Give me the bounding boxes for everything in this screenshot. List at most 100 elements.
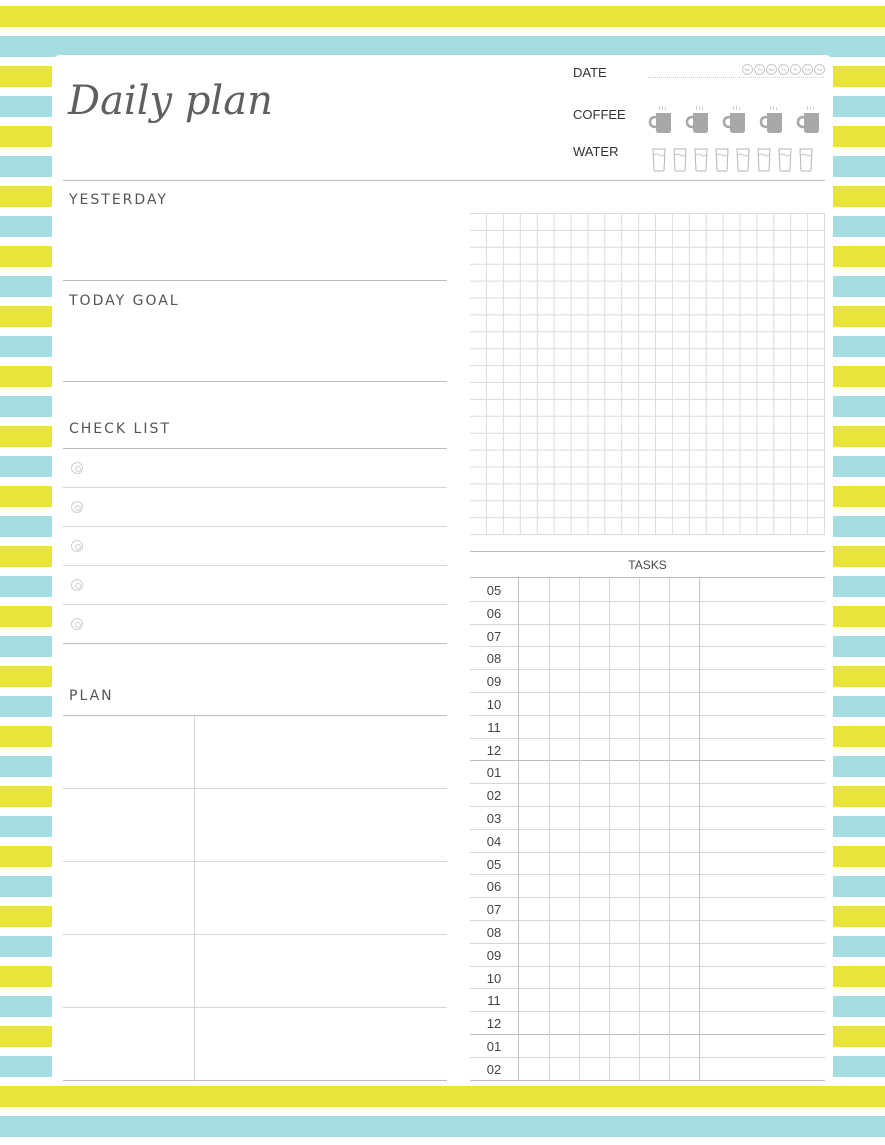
checklist-item[interactable] <box>63 488 447 526</box>
checklist-heading: CHECK LIST <box>69 421 171 437</box>
task-row[interactable] <box>519 874 825 897</box>
coffee-mug-icon[interactable] <box>796 104 821 139</box>
task-column-divider <box>669 578 670 1080</box>
checklist-item[interactable] <box>63 605 447 643</box>
plan-detail-cell[interactable] <box>195 935 447 1007</box>
weekday-we[interactable]: We <box>766 64 777 75</box>
water-label: WATER <box>573 144 619 159</box>
weekday-mo[interactable]: Mo <box>742 64 753 75</box>
water-glass-icon[interactable] <box>694 148 708 177</box>
water-glass-icon[interactable] <box>715 148 729 177</box>
hour-label: 08 <box>486 925 502 940</box>
task-row[interactable] <box>519 646 825 669</box>
hour-label: 05 <box>486 856 502 872</box>
checklist-item[interactable] <box>63 527 447 565</box>
coffee-mug-icon[interactable] <box>759 104 784 139</box>
weekday-su[interactable]: Su <box>814 64 825 75</box>
task-column-divider <box>579 578 580 1080</box>
hour-label: 09 <box>486 674 502 690</box>
plan-column-divider <box>194 716 195 1081</box>
coffee-tracker <box>648 104 821 139</box>
task-row[interactable] <box>519 578 825 601</box>
task-row[interactable] <box>519 624 825 647</box>
tasks-heading: TASKS <box>628 558 667 572</box>
checkbox-circle-icon[interactable] <box>71 501 83 513</box>
task-row[interactable] <box>519 943 825 966</box>
task-row[interactable] <box>519 966 825 989</box>
plan-time-cell[interactable] <box>63 1008 194 1080</box>
weekday-th[interactable]: Th <box>778 64 789 75</box>
task-row[interactable] <box>519 669 825 692</box>
hour-label: 06 <box>486 605 502 621</box>
hour-label: 06 <box>486 879 502 895</box>
yellow-stripe <box>0 6 885 27</box>
plan-time-cell[interactable] <box>63 935 194 1007</box>
date-label: DATE <box>573 65 607 80</box>
yellow-stripe <box>0 1086 885 1107</box>
weekday-sa[interactable]: Sa <box>802 64 813 75</box>
plan-detail-cell[interactable] <box>195 789 447 861</box>
plan-detail-cell[interactable] <box>195 716 447 788</box>
hour-label: 09 <box>486 947 502 963</box>
water-glass-icon[interactable] <box>757 148 771 177</box>
plan-time-cell[interactable] <box>63 789 194 861</box>
water-glass-icon[interactable] <box>673 148 687 177</box>
water-glass-icon[interactable] <box>652 148 666 177</box>
yesterday-heading: YESTERDAY <box>69 192 168 208</box>
task-row[interactable] <box>519 852 825 875</box>
task-column-divider <box>518 578 519 1080</box>
task-row-divider <box>470 1080 825 1081</box>
task-column-divider <box>639 578 640 1080</box>
plan-detail-cell[interactable] <box>195 862 447 934</box>
tasks-top-divider <box>470 551 825 552</box>
hour-label: 04 <box>486 833 502 849</box>
checklist-item[interactable] <box>63 566 447 604</box>
task-row[interactable] <box>519 829 825 852</box>
cyan-stripe <box>0 1116 885 1137</box>
task-row[interactable] <box>519 692 825 715</box>
task-row[interactable] <box>519 601 825 624</box>
coffee-mug-icon[interactable] <box>648 104 673 139</box>
task-row[interactable] <box>519 897 825 920</box>
weekday-tu[interactable]: Tu <box>754 64 765 75</box>
hour-label: 07 <box>486 902 502 918</box>
header-divider <box>63 180 825 181</box>
checkbox-circle-icon[interactable] <box>71 462 83 474</box>
cyan-stripe <box>0 36 885 57</box>
task-row[interactable] <box>519 1034 825 1057</box>
plan-time-cell[interactable] <box>63 716 194 788</box>
task-row[interactable] <box>519 738 825 761</box>
hour-label: 11 <box>487 993 501 1009</box>
task-column-divider <box>609 578 610 1080</box>
hour-label: 05 <box>486 583 502 598</box>
coffee-mug-icon[interactable] <box>685 104 710 139</box>
task-row[interactable] <box>519 760 825 783</box>
weekday-fr[interactable]: Fr <box>790 64 801 75</box>
hour-label: 08 <box>486 651 502 667</box>
plan-detail-cell[interactable] <box>195 1008 447 1080</box>
task-row[interactable] <box>519 783 825 806</box>
checkbox-circle-icon[interactable] <box>71 540 83 552</box>
task-row[interactable] <box>519 715 825 738</box>
task-row[interactable] <box>519 988 825 1011</box>
hour-label: 11 <box>487 719 501 735</box>
coffee-mug-icon[interactable] <box>722 104 747 139</box>
plan-time-cell[interactable] <box>63 862 194 934</box>
task-row[interactable] <box>519 1011 825 1034</box>
water-glass-icon[interactable] <box>799 148 813 177</box>
task-row[interactable] <box>519 1057 825 1080</box>
task-row[interactable] <box>519 920 825 943</box>
plan-heading: PLAN <box>69 688 114 704</box>
today-goal-divider <box>63 381 447 382</box>
task-column-divider <box>549 578 550 1080</box>
water-glass-icon[interactable] <box>778 148 792 177</box>
page-title: Daily plan <box>68 78 273 124</box>
checklist-item[interactable] <box>63 449 447 487</box>
date-field[interactable] <box>648 77 824 78</box>
checkbox-circle-icon[interactable] <box>71 579 83 591</box>
hour-label: 12 <box>486 742 502 758</box>
water-glass-icon[interactable] <box>736 148 750 177</box>
hour-label: 10 <box>486 970 502 986</box>
task-row[interactable] <box>519 806 825 829</box>
checkbox-circle-icon[interactable] <box>71 618 83 630</box>
